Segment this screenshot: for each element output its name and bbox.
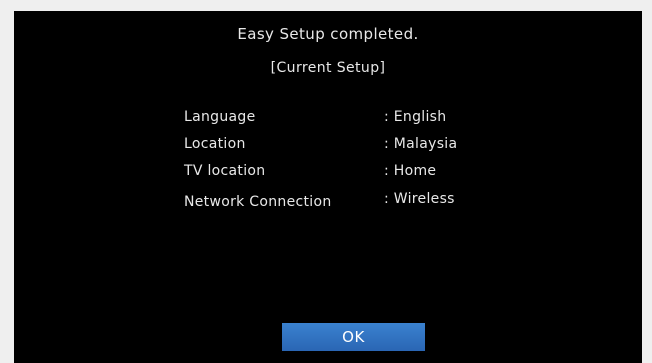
setting-value: Malaysia bbox=[384, 136, 457, 152]
setting-row-language: Language English bbox=[184, 109, 504, 129]
setting-row-location: Location Malaysia bbox=[184, 136, 504, 156]
setting-row-tv-location: TV location Home bbox=[184, 163, 504, 183]
setting-value: English bbox=[384, 109, 446, 125]
tv-screen: Easy Setup completed. [Current Setup] La… bbox=[14, 11, 642, 363]
current-setup-heading: [Current Setup] bbox=[270, 60, 386, 76]
setup-complete-title: Easy Setup completed. bbox=[237, 25, 419, 43]
setting-value: Wireless bbox=[384, 191, 455, 207]
setting-value: Home bbox=[384, 163, 436, 179]
ok-button[interactable]: OK bbox=[282, 323, 425, 351]
setting-label: Language bbox=[184, 109, 256, 125]
setting-label: Location bbox=[184, 136, 246, 152]
setting-label: Network Connection bbox=[184, 194, 332, 210]
setting-row-network-connection: Network Connection Wireless bbox=[184, 191, 504, 214]
setting-label: TV location bbox=[184, 163, 266, 179]
